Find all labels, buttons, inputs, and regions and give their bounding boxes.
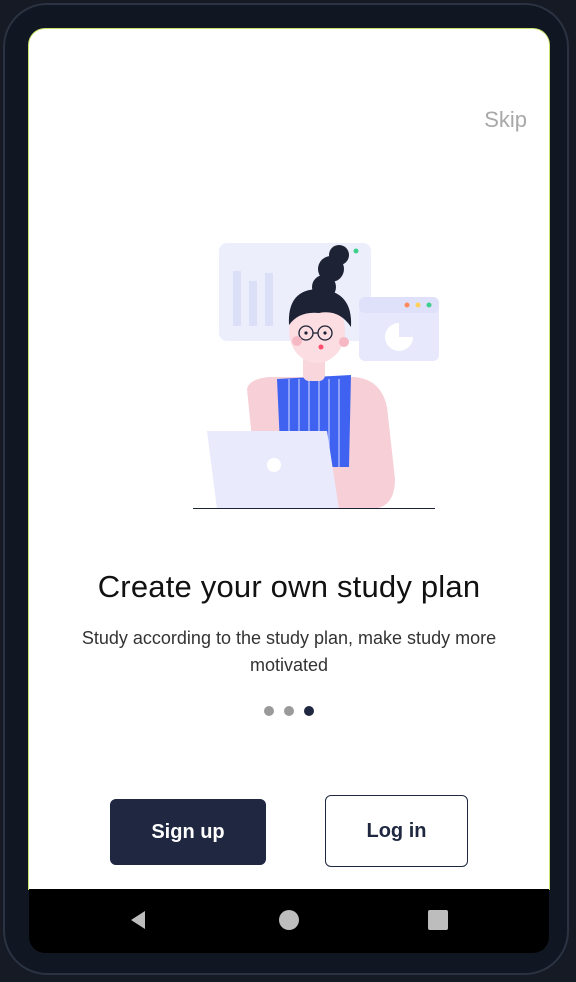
device-frame: Skip Create your own study plan Study ac… — [3, 3, 569, 975]
skip-button[interactable]: Skip — [484, 107, 527, 133]
recents-icon[interactable] — [427, 909, 449, 931]
log-in-button[interactable]: Log in — [325, 795, 468, 867]
home-icon[interactable] — [278, 909, 300, 931]
page-dot[interactable] — [263, 706, 274, 716]
study-illustration — [193, 243, 439, 509]
back-icon[interactable] — [127, 909, 149, 931]
onboarding-screen: Skip Create your own study plan Study ac… — [29, 29, 549, 889]
page-dot-active[interactable] — [304, 706, 315, 716]
onboarding-title: Create your own study plan — [97, 569, 481, 604]
onboarding-subtitle: Study according to the study plan, make … — [81, 628, 497, 675]
pagination-dots — [29, 703, 549, 721]
sign-up-button[interactable]: Sign up — [110, 799, 266, 865]
system-navigation-bar — [29, 889, 549, 953]
page-dot[interactable] — [284, 706, 294, 716]
